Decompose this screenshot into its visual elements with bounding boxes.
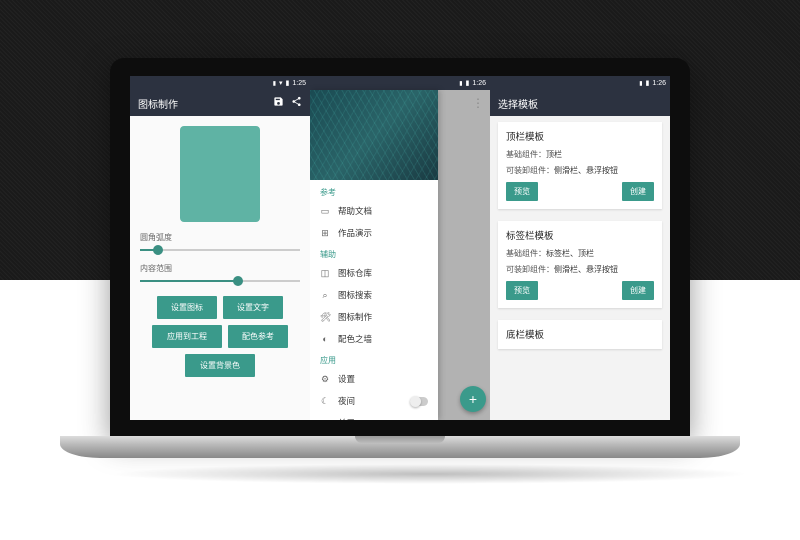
apply-project-button[interactable]: 应用到工程	[152, 325, 222, 348]
app-bar: 图标制作	[130, 90, 310, 116]
template-card: 标签栏模板 基础组件：标签栏、顶栏 可装卸组件：侧滑栏、悬浮按钮 预览 创建	[498, 221, 662, 308]
set-bg-button[interactable]: 设置背景色	[185, 354, 255, 377]
drawer-item-palette[interactable]: ◐配色之墙	[310, 328, 438, 350]
laptop-base	[60, 436, 740, 458]
slider-corner[interactable]	[140, 249, 300, 251]
status-time: 1:25	[292, 80, 306, 87]
grid-icon: ⊞	[320, 228, 330, 239]
card-title: 标签栏模板	[506, 228, 654, 242]
nav-drawer: 参考 ▭帮助文档 ⊞作品演示 辅助 ◫图标仓库 ⌕图标搜索 🛠图标制作 ◐配色之…	[310, 90, 438, 420]
status-bar: 1:26	[310, 76, 490, 90]
preview-button[interactable]: 预览	[506, 182, 538, 201]
overflow-icon[interactable]: ⋮	[472, 96, 484, 110]
search-icon: ⌕	[320, 290, 330, 301]
icon-preview	[180, 126, 260, 222]
drawer-item-demo[interactable]: ⊞作品演示	[310, 222, 438, 244]
slider-corner-label: 圆角弧度	[140, 232, 300, 243]
library-icon: ◫	[320, 268, 330, 279]
template-card: 顶栏模板 基础组件：顶栏 可装卸组件：侧滑栏、悬浮按钮 预览 创建	[498, 122, 662, 209]
drawer-item-night[interactable]: ☾夜间	[310, 390, 438, 412]
status-bar: ▾ 1:25	[130, 76, 310, 90]
section-ref: 参考	[310, 182, 438, 200]
page-title: 选择模板	[498, 96, 662, 111]
hammer-icon: 🛠	[320, 312, 330, 323]
fab-add[interactable]: +	[460, 386, 486, 412]
drawer-item-help[interactable]: ▭帮助文档	[310, 200, 438, 222]
card-title: 顶栏模板	[506, 129, 654, 143]
screenshot-templates: 1:26 选择模板 顶栏模板 基础组件：顶栏 可装卸组件：侧滑栏、悬浮按钮 预览…	[490, 76, 670, 420]
set-icon-button[interactable]: 设置图标	[157, 296, 217, 319]
share-icon[interactable]	[290, 96, 302, 110]
drawer-item-settings[interactable]: ⚙设置	[310, 368, 438, 390]
battery-icon	[286, 79, 290, 87]
book-icon: ▭	[320, 206, 330, 217]
preview-button[interactable]: 预览	[506, 281, 538, 300]
wifi-icon: ▾	[279, 79, 283, 87]
gear-icon: ⚙	[320, 374, 330, 385]
app-bar: 选择模板	[490, 90, 670, 116]
battery-icon	[646, 79, 650, 87]
leaf-icon: ❧	[320, 418, 330, 421]
drawer-item-iconlib[interactable]: ◫图标仓库	[310, 262, 438, 284]
battery-icon	[466, 79, 470, 87]
drawer-header	[310, 90, 438, 180]
drawer-scrim[interactable]	[438, 90, 490, 420]
section-aux: 辅助	[310, 244, 438, 262]
card-title: 底栏模板	[506, 327, 654, 341]
status-time: 1:26	[652, 80, 666, 87]
save-icon[interactable]	[272, 96, 284, 110]
page-title: 图标制作	[138, 96, 266, 111]
template-card: 底栏模板	[498, 320, 662, 349]
signal-icon	[639, 80, 642, 87]
drawer-item-about[interactable]: ❧关于	[310, 412, 438, 420]
section-app: 应用	[310, 350, 438, 368]
moon-icon: ☾	[320, 396, 330, 407]
palette-icon: ◐	[320, 334, 330, 344]
palette-ref-button[interactable]: 配色参考	[228, 325, 288, 348]
night-toggle[interactable]	[410, 397, 428, 406]
slider-content[interactable]	[140, 280, 300, 282]
drawer-item-make[interactable]: 🛠图标制作	[310, 306, 438, 328]
slider-content-label: 内容范围	[140, 263, 300, 274]
create-button[interactable]: 创建	[622, 281, 654, 300]
status-bar: 1:26	[490, 76, 670, 90]
status-time: 1:26	[472, 80, 486, 87]
signal-icon	[459, 80, 462, 87]
laptop-mockup: ▾ 1:25 图标制作 圆角弧度	[110, 58, 690, 484]
screenshot-drawer: 1:26 ⋮ + 参考 ▭帮助文档 ⊞作品演示 辅助 ◫图标仓库 ⌕图标搜索 🛠…	[310, 76, 490, 420]
create-button[interactable]: 创建	[622, 182, 654, 201]
screenshot-icon-maker: ▾ 1:25 图标制作 圆角弧度	[130, 76, 310, 420]
signal-icon	[273, 80, 276, 87]
set-text-button[interactable]: 设置文字	[223, 296, 283, 319]
drawer-item-search[interactable]: ⌕图标搜索	[310, 284, 438, 306]
